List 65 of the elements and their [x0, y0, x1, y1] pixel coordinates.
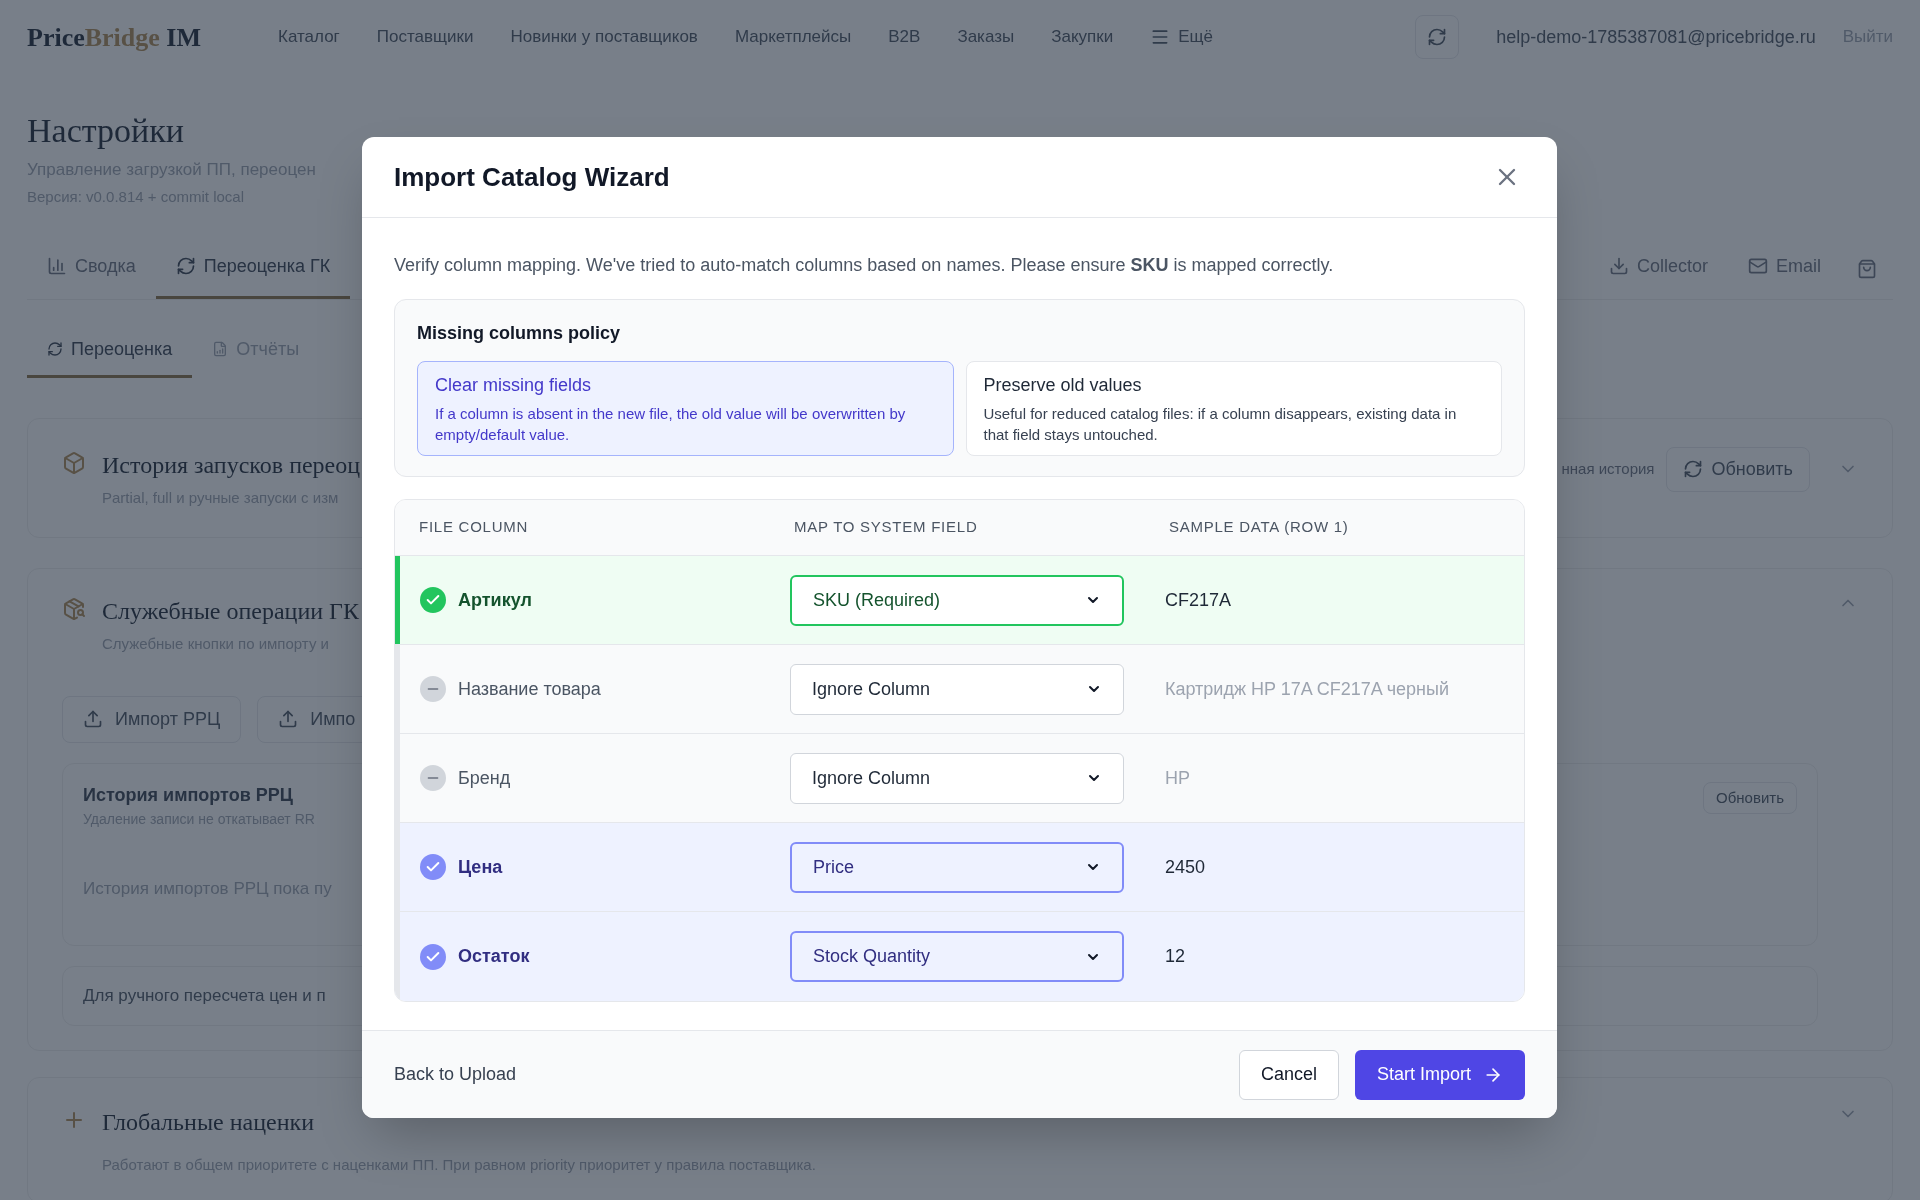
dialog-description: Verify column mapping. We've tried to auto-match columns based on names. Please ensure SKU is mapped correctly. — [394, 254, 1335, 277]
file-column-name: Цена — [458, 855, 503, 879]
nav-link[interactable]: Заказы — [957, 24, 1015, 50]
bar-chart-icon — [47, 256, 67, 276]
upload-icon — [83, 709, 103, 729]
user-email: help-demo-1785387081@pricebridge.ru — [1496, 25, 1816, 49]
download-icon — [1608, 256, 1629, 276]
nav-link[interactable]: Поставщики — [376, 24, 474, 50]
refresh-button[interactable]: Обновить — [1666, 446, 1810, 492]
section-title: Глобальные наценки — [102, 1107, 314, 1137]
refresh-button[interactable]: Обновить — [1703, 781, 1797, 814]
refresh-icon — [1683, 459, 1704, 479]
back-link[interactable]: Back to Upload — [394, 1061, 517, 1088]
sample-value: CF217A — [1165, 588, 1233, 612]
nav-link[interactable]: Закупки — [1051, 24, 1114, 50]
sample-value: Картридж HP 17A CF217A черный — [1165, 677, 1451, 701]
nav-more-link[interactable]: Ещё — [1150, 24, 1213, 50]
column-header: SAMPLE DATA (ROW 1) — [1169, 517, 1350, 538]
policy-option[interactable]: Preserve old values Useful for reduced catalog files: if a column disappears, existing data in that field stays untouched. — [965, 361, 1502, 456]
sample-value: 12 — [1165, 945, 1187, 968]
section-title: История запусков переоц — [102, 450, 361, 480]
sample-value: HP — [1165, 766, 1191, 790]
logo[interactable]: PriceBridge IM — [27, 17, 201, 57]
nav-link[interactable]: Новинки у поставщиков — [510, 24, 698, 50]
refresh-icon — [47, 341, 63, 357]
field-select[interactable]: Price — [790, 841, 1124, 893]
sample-value: 2450 — [1165, 855, 1207, 879]
file-column-name: Артикул — [458, 588, 532, 612]
upload-icon — [278, 709, 299, 729]
refresh-icon — [175, 256, 196, 276]
cube-icon — [62, 450, 86, 475]
history-note: нная история — [1561, 458, 1655, 479]
tab[interactable]: Сводка — [27, 244, 156, 299]
start-import-button[interactable]: Start Import — [1354, 1049, 1525, 1100]
document-icon — [212, 341, 229, 357]
dialog-title: Import Catalog Wizard — [394, 160, 670, 194]
field-select[interactable]: Stock Quantity — [790, 931, 1124, 982]
refresh-button[interactable] — [1415, 15, 1460, 59]
manual-note: Для ручного пересчета цен и п — [83, 985, 326, 1007]
package-search-icon — [62, 597, 86, 621]
tab[interactable]: Email — [1728, 244, 1841, 299]
nav-link[interactable]: Каталог — [278, 24, 340, 50]
file-column-name: Остаток — [458, 945, 530, 968]
field-select[interactable]: Ignore Column — [790, 663, 1124, 715]
file-column-name: Бренд — [458, 766, 511, 790]
policy-title: Missing columns policy — [417, 322, 622, 345]
section-title: Служебные операции ГК — [102, 597, 359, 626]
page-title: Настройки — [27, 111, 184, 151]
tab[interactable]: Collector — [1588, 244, 1728, 299]
nav-link[interactable]: Маркетплейсы — [734, 24, 852, 50]
tab[interactable]: Переоценка ГК — [155, 244, 351, 299]
file-column-name: Название товара — [458, 677, 601, 701]
cancel-button[interactable]: Cancel — [1238, 1049, 1339, 1100]
nav-link[interactable]: B2B — [888, 24, 921, 50]
column-header: FILE COLUMN — [419, 517, 530, 538]
panel-title: История импортов РРЦ — [83, 783, 293, 807]
field-select[interactable]: SKU (Required) — [790, 574, 1124, 626]
column-header: MAP TO SYSTEM FIELD — [794, 517, 979, 538]
mail-icon — [1748, 256, 1768, 276]
subtab[interactable]: Переоценка — [27, 335, 193, 378]
refresh-icon — [1427, 27, 1448, 47]
policy-option[interactable]: Clear missing fields If a column is absent in the new file, the old value will be overwritten by empty/default value. — [417, 361, 954, 456]
bag-icon — [1857, 258, 1877, 279]
import-button[interactable]: Импорт РРЦ — [62, 695, 242, 743]
field-select[interactable]: Ignore Column — [790, 752, 1124, 804]
